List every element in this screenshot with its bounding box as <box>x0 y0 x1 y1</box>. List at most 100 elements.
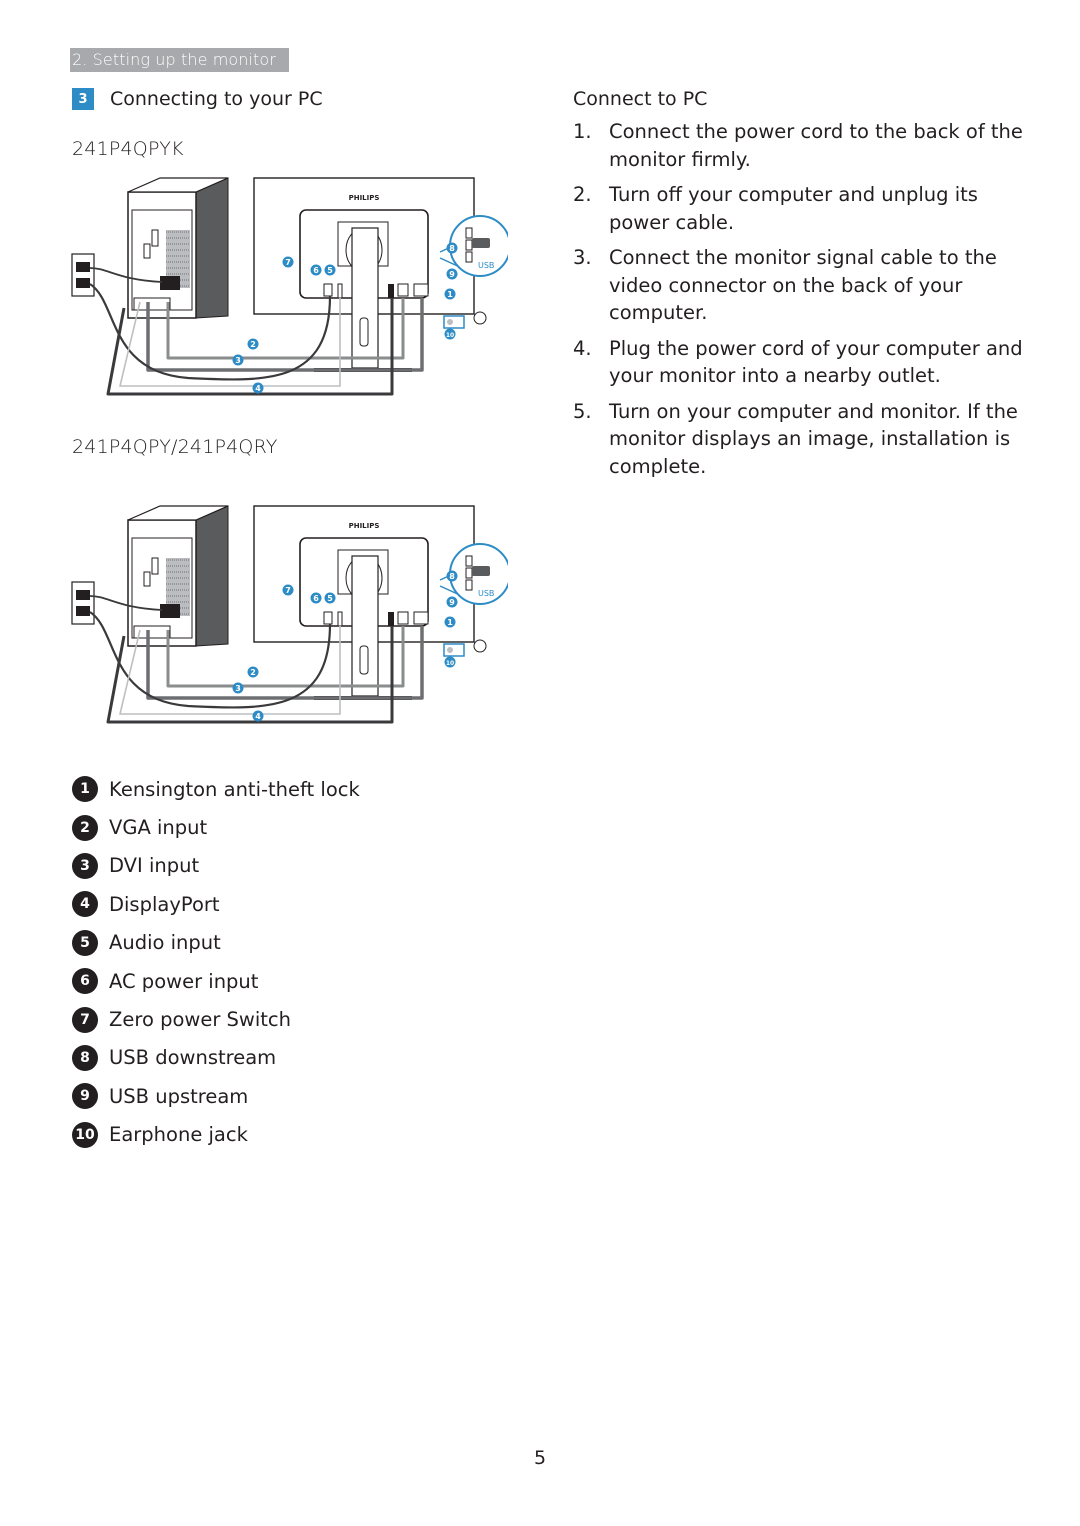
legend-label: VGA input <box>109 816 208 840</box>
section-heading: 3 Connecting to your PC <box>72 88 323 110</box>
connect-to-pc-section: Connect to PC 1. Connect the power cord t… <box>573 88 1023 488</box>
callout-badge-4: 4 <box>252 382 264 394</box>
step-text: Connect the power cord to the back of th… <box>609 120 1023 171</box>
step-item: 3. Connect the monitor signal cable to th… <box>573 244 1023 327</box>
legend-label: Earphone jack <box>109 1123 248 1147</box>
svg-text:2: 2 <box>250 340 256 349</box>
svg-text:10: 10 <box>446 332 454 339</box>
legend-label: USB upstream <box>109 1084 249 1108</box>
number-badge-icon: 4 <box>72 891 98 918</box>
step-item: 2. Turn off your computer and unplug its … <box>573 181 1023 236</box>
pc-tower-icon <box>127 177 229 319</box>
callout-badge-10: 10 <box>444 328 456 340</box>
legend-item: 4 DisplayPort <box>72 885 360 923</box>
legend-label: DVI input <box>109 854 200 878</box>
legend-item: 1 Kensington anti-theft lock <box>72 770 360 808</box>
legend-item: 8 USB downstream <box>72 1039 360 1077</box>
step-number: 1. <box>573 120 592 143</box>
svg-text:5: 5 <box>327 266 333 275</box>
usb-label: USB <box>478 261 494 270</box>
svg-text:9: 9 <box>449 598 455 607</box>
legend-label: DisplayPort <box>109 892 220 916</box>
number-badge-icon: 10 <box>72 1121 98 1148</box>
svg-text:1: 1 <box>447 290 453 299</box>
number-badge-icon: 6 <box>72 968 98 995</box>
connection-diagram-2: PHILIPS USB 1 2 3 4 5 6 7 8 9 10 <box>68 500 511 734</box>
step-text: Connect the monitor signal cable to the … <box>609 246 997 324</box>
number-badge-icon: 3 <box>72 852 98 879</box>
svg-text:2: 2 <box>250 668 256 677</box>
callout-badge-3: 3 <box>232 682 244 694</box>
callout-badge-8: 8 <box>446 570 458 582</box>
callout-badge-9: 9 <box>446 268 458 280</box>
legend-item: 5 Audio input <box>72 924 360 962</box>
step-text: Turn off your computer and unplug its po… <box>609 183 978 234</box>
callout-badge-4: 4 <box>252 710 264 722</box>
step-number: 3. <box>573 246 592 269</box>
callout-badge-10: 10 <box>444 656 456 668</box>
legend-label: Zero power Switch <box>109 1008 292 1032</box>
step-text: Turn on your computer and monitor. If th… <box>609 399 1018 478</box>
stand-icon <box>351 227 379 369</box>
number-badge-icon: 1 <box>72 776 98 803</box>
legend-label: AC power input <box>109 969 259 993</box>
svg-text:8: 8 <box>449 244 455 253</box>
brand-logo: PHILIPS <box>349 194 380 202</box>
svg-text:3: 3 <box>235 356 241 365</box>
usb-label: USB <box>478 589 494 598</box>
svg-text:7: 7 <box>285 258 291 267</box>
legend-label: Audio input <box>109 931 221 955</box>
number-badge-icon: 9 <box>72 1083 98 1110</box>
step-text: Plug the power cord of your computer and… <box>609 336 1023 388</box>
callout-badge-1: 1 <box>444 288 456 300</box>
section-title: Connecting to your PC <box>110 88 323 110</box>
monitor-back-icon: PHILIPS <box>253 505 475 700</box>
callout-badge-5: 5 <box>324 264 336 276</box>
svg-text:1: 1 <box>447 618 453 627</box>
callout-badge-6: 6 <box>310 592 322 604</box>
step-number: 5. <box>573 399 592 423</box>
svg-text:10: 10 <box>446 660 454 667</box>
connect-steps: 1. Connect the power cord to the back of … <box>573 118 1023 480</box>
svg-text:9: 9 <box>449 270 455 279</box>
legend-item: 9 USB upstream <box>72 1077 360 1115</box>
callout-badge-2: 2 <box>247 666 259 678</box>
legend-label: Kensington anti-theft lock <box>109 777 360 801</box>
page-number: 5 <box>533 1447 547 1469</box>
number-badge-icon: 2 <box>72 814 98 841</box>
legend-item: 7 Zero power Switch <box>72 1000 360 1038</box>
connect-title: Connect to PC <box>573 88 708 110</box>
callout-badge-3: 3 <box>232 354 244 366</box>
svg-text:3: 3 <box>235 684 241 693</box>
step-item: 4. Plug the power cord of your computer a… <box>573 335 1023 390</box>
svg-text:6: 6 <box>313 594 319 603</box>
callout-badge-2: 2 <box>247 338 259 350</box>
usb-drive-icon <box>472 238 490 248</box>
monitor-back-icon: PHILIPS <box>253 177 475 372</box>
svg-text:7: 7 <box>285 586 291 595</box>
legend-item: 3 DVI input <box>72 847 360 885</box>
headphone-icon <box>473 639 487 653</box>
callout-badge-7: 7 <box>282 584 294 596</box>
callout-badge-7: 7 <box>282 256 294 268</box>
legend-item: 6 AC power input <box>72 962 360 1000</box>
headphone-icon <box>473 311 487 325</box>
section-number-badge: 3 <box>72 88 94 110</box>
legend-item: 10 Earphone jack <box>72 1116 360 1154</box>
svg-text:4: 4 <box>255 384 261 393</box>
pc-tower-icon <box>127 505 229 647</box>
stand-icon <box>351 555 379 697</box>
model-label-2: 241P4QPY/241P4QRY <box>72 436 278 458</box>
step-number: 4. <box>573 336 592 360</box>
legend-item: 2 VGA input <box>72 808 360 846</box>
usb-drive-icon <box>472 566 490 576</box>
model-label-1: 241P4QPYK <box>72 138 184 160</box>
step-item: 1. Connect the power cord to the back of … <box>573 118 1023 173</box>
legend-label: USB downstream <box>109 1046 277 1070</box>
svg-text:4: 4 <box>255 712 261 721</box>
step-number: 2. <box>573 183 592 206</box>
callout-badge-1: 1 <box>444 616 456 628</box>
brand-logo: PHILIPS <box>349 522 380 530</box>
step-item: 5. Turn on your computer and monitor. If … <box>573 398 1023 481</box>
wall-outlet-icon <box>71 253 95 297</box>
